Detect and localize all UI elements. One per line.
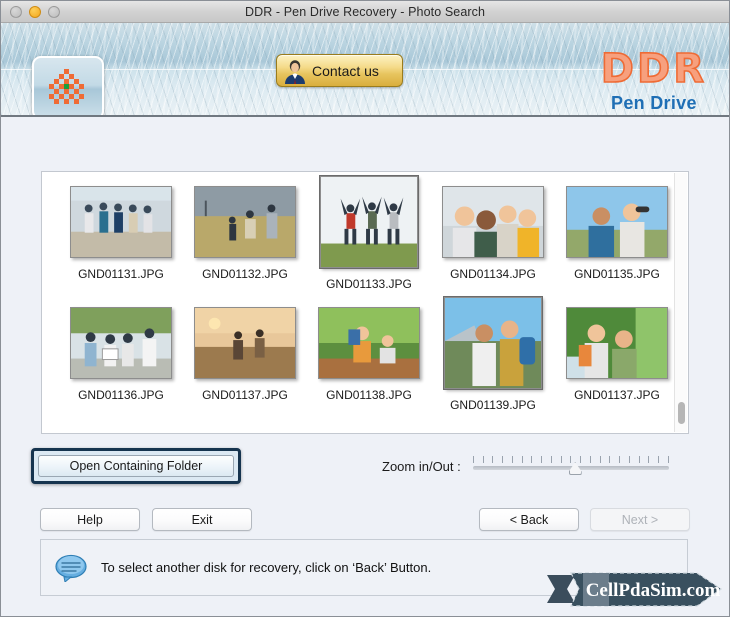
thumbnail-item[interactable]: GND01132.JPG bbox=[188, 186, 302, 291]
thumbnail-caption: GND01132.JPG bbox=[202, 267, 288, 281]
thumbnail-image[interactable] bbox=[566, 307, 668, 379]
thumbnail-caption: GND01139.JPG bbox=[450, 398, 536, 412]
contact-us-label: Contact us bbox=[312, 62, 379, 79]
slider-tick bbox=[541, 456, 542, 463]
next-label: Next > bbox=[621, 512, 659, 527]
thumbnail-row: GND01136.JPG GND01137.JPG GND01138.JPG G… bbox=[42, 296, 674, 412]
next-button: Next > bbox=[590, 508, 690, 531]
open-containing-folder-label: Open Containing Folder bbox=[69, 459, 203, 473]
open-containing-folder-button[interactable]: Open Containing Folder bbox=[38, 455, 234, 477]
zoom-label: Zoom in/Out : bbox=[382, 458, 461, 474]
thumbnail-image[interactable] bbox=[442, 186, 544, 258]
contact-us-button[interactable]: Contact us bbox=[276, 54, 403, 87]
thumbnail-row: GND01131.JPG GND01132.JPG GND01133.JPG G… bbox=[42, 175, 674, 291]
main-content: GND01131.JPG GND01132.JPG GND01133.JPG G… bbox=[1, 117, 729, 616]
slider-tick bbox=[628, 456, 630, 463]
slider-tick bbox=[511, 456, 513, 463]
slider-tick bbox=[619, 456, 620, 463]
thumbnail-image[interactable] bbox=[443, 296, 543, 390]
thumbnail-item[interactable]: GND01135.JPG bbox=[560, 186, 674, 291]
thumbnail-image[interactable] bbox=[319, 175, 419, 269]
thumbnail-scroll-area: GND01131.JPG GND01132.JPG GND01133.JPG G… bbox=[42, 172, 674, 433]
thumbnail-caption: GND01134.JPG bbox=[450, 267, 536, 281]
thumbnail-image[interactable] bbox=[194, 186, 296, 258]
scrollbar-thumb[interactable] bbox=[678, 402, 685, 424]
exit-button[interactable]: Exit bbox=[152, 508, 252, 531]
header-banner: Contact us DDR Pen Drive bbox=[1, 23, 729, 117]
back-label: < Back bbox=[509, 512, 549, 527]
slider-tick bbox=[492, 456, 494, 463]
slider-tick bbox=[609, 456, 611, 463]
status-message: To select another disk for recovery, cli… bbox=[101, 560, 432, 575]
slider-tick bbox=[667, 456, 669, 463]
slider-tick bbox=[589, 456, 591, 463]
speech-bubble-icon bbox=[54, 554, 88, 583]
thumbnail-image[interactable] bbox=[566, 186, 668, 258]
thumbnail-item[interactable]: GND01137.JPG bbox=[560, 307, 674, 412]
help-button[interactable]: Help bbox=[40, 508, 140, 531]
slider-tick bbox=[560, 456, 562, 463]
zoom-control: Zoom in/Out : bbox=[382, 456, 669, 476]
thumbnail-item[interactable]: GND01139.JPG bbox=[436, 296, 550, 412]
title-bar: DDR - Pen Drive Recovery - Photo Search bbox=[1, 1, 729, 23]
slider-tick bbox=[658, 456, 659, 463]
app-window: DDR - Pen Drive Recovery - Photo Search bbox=[0, 0, 730, 617]
watermark-text: CellPdaSim.com bbox=[586, 580, 721, 601]
thumbnail-image[interactable] bbox=[194, 307, 296, 379]
slider-tick bbox=[521, 456, 523, 463]
slider-ticks bbox=[472, 456, 669, 463]
brand-logo: DDR Pen Drive bbox=[600, 46, 707, 114]
slider-tick bbox=[638, 456, 640, 463]
thumbnail-caption: GND01137.JPG bbox=[202, 388, 288, 402]
checkered-flower-icon bbox=[46, 67, 90, 109]
open-containing-folder-focus-ring: Open Containing Folder bbox=[31, 448, 241, 484]
back-button[interactable]: < Back bbox=[479, 508, 579, 531]
slider-tick bbox=[648, 456, 650, 463]
slider-tick bbox=[482, 456, 484, 463]
help-label: Help bbox=[77, 512, 103, 527]
thumbnail-caption: GND01131.JPG bbox=[78, 267, 164, 281]
thumbnail-panel: GND01131.JPG GND01132.JPG GND01133.JPG G… bbox=[41, 171, 689, 434]
thumbnail-image[interactable] bbox=[70, 186, 172, 258]
thumbnail-caption: GND01136.JPG bbox=[78, 388, 164, 402]
brand-subtitle: Pen Drive bbox=[611, 93, 697, 113]
slider-tick bbox=[472, 456, 474, 463]
slider-tick bbox=[580, 456, 581, 463]
thumbnail-caption: GND01133.JPG bbox=[326, 277, 412, 291]
watermark: CellPdaSim.com bbox=[545, 567, 725, 612]
person-icon bbox=[283, 58, 307, 84]
thumbnail-image[interactable] bbox=[318, 307, 420, 379]
exit-label: Exit bbox=[191, 512, 213, 527]
thumbnail-caption: GND01135.JPG bbox=[574, 267, 660, 281]
slider-tick bbox=[599, 456, 601, 463]
slider-tick bbox=[550, 456, 552, 463]
slider-tick bbox=[502, 456, 503, 463]
thumbnail-caption: GND01138.JPG bbox=[326, 388, 412, 402]
window-title: DDR - Pen Drive Recovery - Photo Search bbox=[244, 4, 486, 19]
thumbnail-item[interactable]: GND01138.JPG bbox=[312, 307, 426, 412]
thumbnail-item[interactable]: GND01137.JPG bbox=[188, 307, 302, 412]
brand-name: DDR bbox=[600, 46, 707, 92]
slider-tick bbox=[531, 456, 533, 463]
thumbnail-item[interactable]: GND01134.JPG bbox=[436, 186, 550, 291]
vertical-scrollbar[interactable] bbox=[674, 173, 687, 432]
thumbnail-image[interactable] bbox=[70, 307, 172, 379]
thumbnail-item[interactable]: GND01133.JPG bbox=[312, 175, 426, 291]
thumbnail-caption: GND01137.JPG bbox=[574, 388, 660, 402]
app-logo-button[interactable] bbox=[32, 56, 104, 115]
zoom-slider[interactable] bbox=[472, 456, 669, 476]
thumbnail-item[interactable]: GND01136.JPG bbox=[64, 307, 178, 412]
slider-tick bbox=[570, 456, 572, 463]
thumbnail-item[interactable]: GND01131.JPG bbox=[64, 186, 178, 291]
